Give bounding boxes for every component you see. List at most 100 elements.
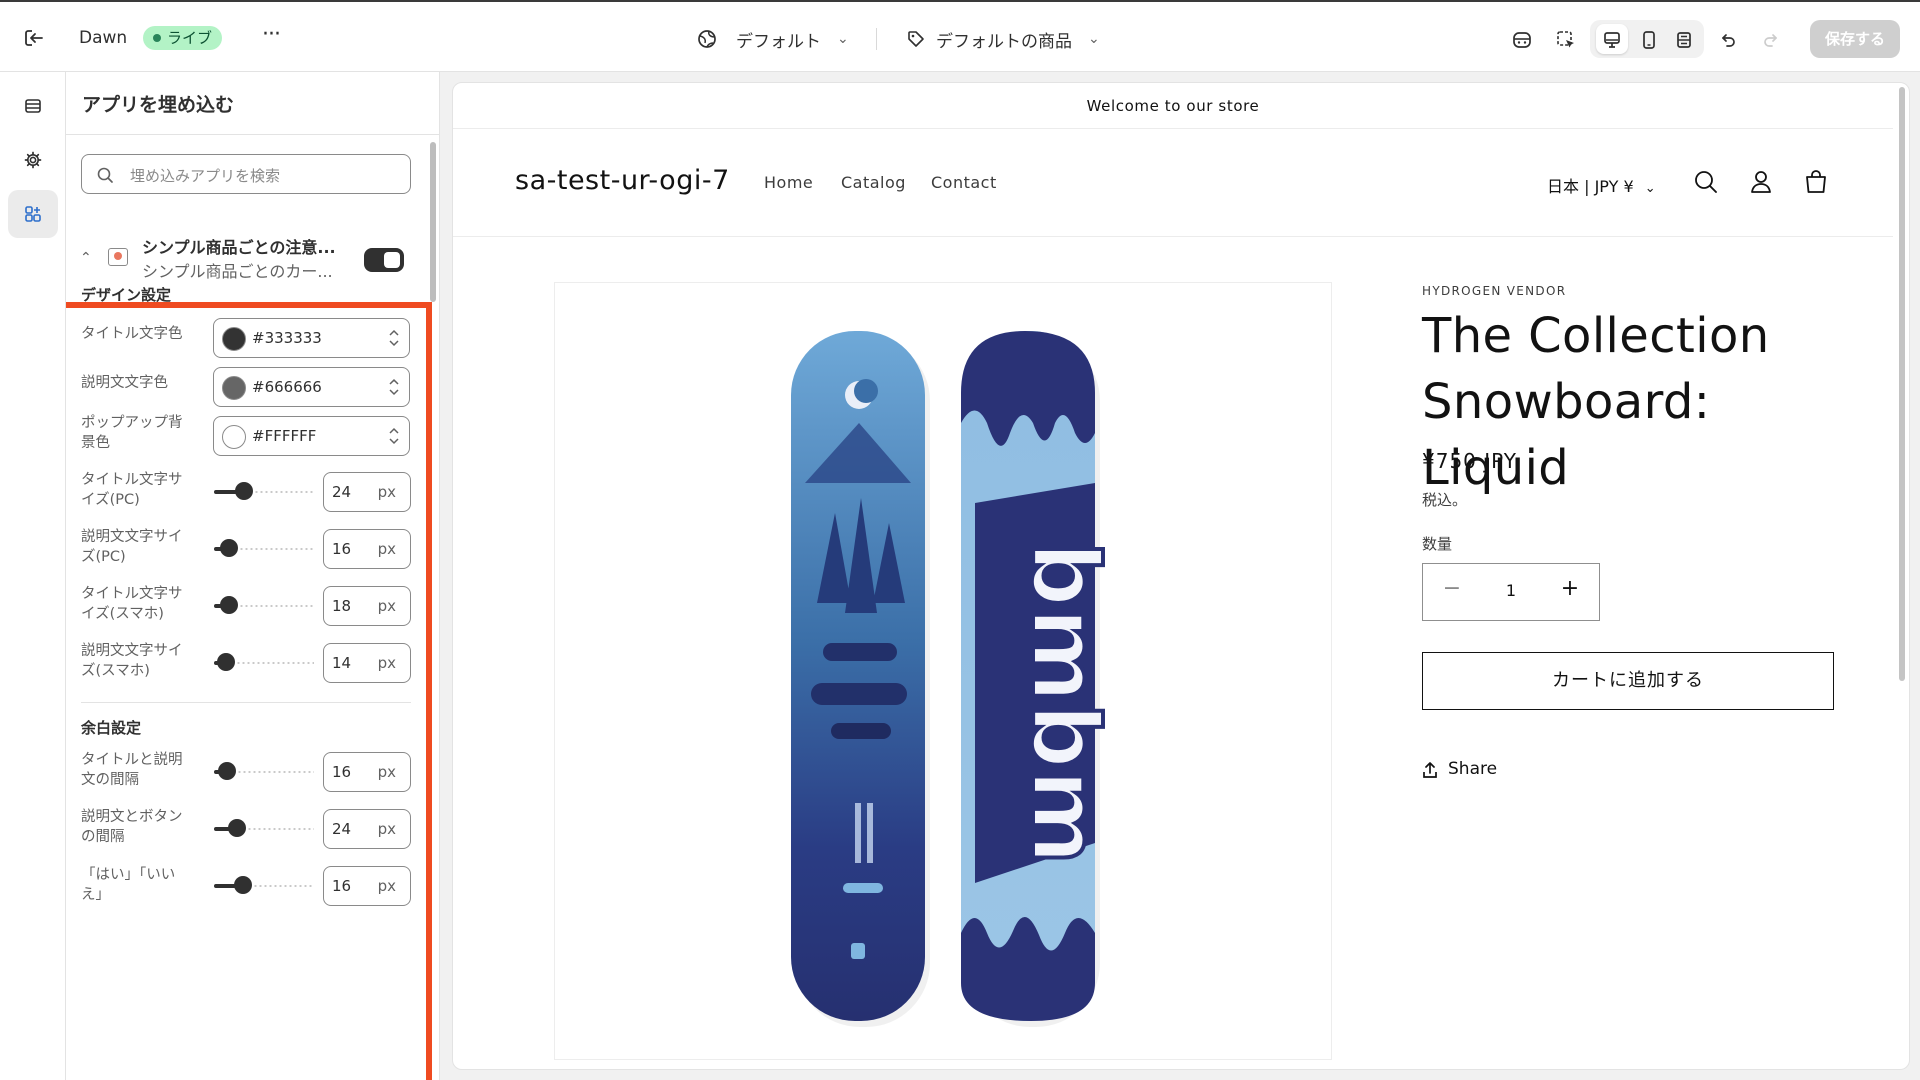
title-desc-gap-input[interactable]: 16 px — [323, 752, 411, 792]
color-value: #666666 — [252, 378, 322, 396]
app-embeds-panel: アプリを埋め込む 埋め込みアプリを検索 ⌃ シンプル商品ごとの注意... シンプ… — [66, 72, 440, 1080]
fullscreen-icon[interactable] — [1668, 24, 1700, 56]
color-label: タイトル文字色 — [81, 326, 183, 342]
color-swatch[interactable] — [222, 327, 246, 351]
color-label: ポップアップ背景色 — [81, 415, 183, 451]
account-icon[interactable] — [1744, 165, 1778, 199]
chevron-up-icon[interactable]: ⌃ — [80, 250, 92, 266]
desc-size-pc-input[interactable]: 16 px — [323, 529, 411, 569]
slider-thumb[interactable] — [217, 653, 235, 671]
quantity-increase-button[interactable]: + — [1555, 576, 1585, 608]
inspector-icon[interactable] — [1506, 24, 1538, 56]
title-size-sp-slider[interactable] — [214, 596, 314, 614]
color-value: #FFFFFF — [252, 427, 317, 445]
gear-icon[interactable] — [8, 136, 58, 184]
desc-size-sp-input[interactable]: 14 px — [323, 643, 411, 683]
undo-icon[interactable] — [1713, 24, 1745, 56]
chevron-down-icon: ⌄ — [1088, 31, 1100, 47]
store-preview: Welcome to our store sa-test-ur-ogi-7 Ho… — [452, 82, 1910, 1070]
select-element-icon[interactable] — [1550, 24, 1582, 56]
share-label: Share — [1448, 759, 1498, 779]
unit-label: px — [377, 820, 396, 838]
slider-label: 説明文文字サイズ(スマホ) — [81, 643, 183, 679]
preview-scrollbar[interactable] — [1899, 87, 1905, 681]
section-divider — [81, 702, 411, 703]
locale-selector[interactable]: 日本 | JPY ¥ ⌄ — [1547, 173, 1656, 197]
search-icon[interactable] — [1689, 165, 1723, 199]
panel-scrollbar[interactable] — [430, 142, 436, 302]
title-size-pc-slider[interactable] — [214, 482, 314, 500]
quantity-label: 数量 — [1422, 535, 1453, 553]
desc-button-gap-input[interactable]: 24 px — [323, 809, 411, 849]
design-settings-title: デザイン設定 — [81, 286, 172, 304]
quantity-stepper: − 1 + — [1422, 563, 1600, 621]
chevron-down-icon: ⌄ — [837, 31, 849, 47]
app-block-subtitle: シンプル商品ごとのカー... — [142, 262, 333, 281]
nav-contact[interactable]: Contact — [931, 173, 997, 192]
app-embeds-icon[interactable] — [8, 190, 58, 238]
share-button[interactable]: Share — [1422, 759, 1497, 779]
description-color-field[interactable]: #666666 — [213, 367, 410, 407]
number-value: 16 — [332, 540, 352, 558]
app-block-icon — [108, 248, 128, 266]
updown-icon — [389, 427, 399, 445]
app-enabled-toggle[interactable] — [364, 248, 404, 272]
title-color-field[interactable]: #333333 — [213, 318, 410, 358]
slider-thumb[interactable] — [228, 819, 246, 837]
slider-thumb[interactable] — [234, 876, 252, 894]
product-selector[interactable]: デフォルトの商品 ⌄ — [906, 24, 1100, 54]
number-value: 24 — [332, 483, 352, 501]
nav-home[interactable]: Home — [764, 173, 813, 192]
desktop-icon[interactable] — [1596, 24, 1628, 56]
product-vendor: HYDROGEN VENDOR — [1422, 284, 1567, 298]
search-icon — [97, 167, 113, 183]
desc-size-sp-slider[interactable] — [214, 653, 314, 671]
save-button[interactable]: 保存する — [1810, 20, 1900, 58]
globe-icon — [698, 30, 716, 48]
slider-thumb[interactable] — [235, 482, 253, 500]
product-price: ¥750 JPY — [1422, 449, 1517, 473]
search-input[interactable]: 埋め込みアプリを検索 — [81, 154, 411, 194]
store-name[interactable]: sa-test-ur-ogi-7 — [515, 165, 730, 196]
mobile-icon[interactable] — [1633, 24, 1665, 56]
number-value: 24 — [332, 820, 352, 838]
theme-name: Dawn — [79, 28, 128, 48]
slider-thumb[interactable] — [220, 539, 238, 557]
title-size-pc-input[interactable]: 24 px — [323, 472, 411, 512]
add-to-cart-button[interactable]: カートに追加する — [1422, 652, 1834, 710]
slider-label: 説明文とボタンの間隔 — [81, 809, 183, 845]
color-label: 説明文文字色 — [81, 375, 168, 391]
nav-catalog[interactable]: Catalog — [841, 173, 906, 192]
slider-label: タイトル文字サイズ(PC) — [81, 472, 183, 508]
color-value: #333333 — [252, 329, 322, 347]
more-actions-button[interactable]: ··· — [256, 22, 286, 52]
exit-icon[interactable] — [20, 24, 48, 52]
color-swatch[interactable] — [222, 425, 246, 449]
unit-label: px — [377, 540, 396, 558]
topbar-divider — [876, 28, 877, 50]
svg-text:bmbm: bmbm — [1011, 541, 1118, 864]
yes-no-gap-input[interactable]: 16 px — [323, 866, 411, 906]
color-swatch[interactable] — [222, 376, 246, 400]
title-desc-gap-slider[interactable] — [214, 762, 314, 780]
cart-icon[interactable] — [1799, 165, 1833, 199]
sections-icon[interactable] — [8, 82, 58, 130]
slider-thumb[interactable] — [220, 596, 238, 614]
number-value: 16 — [332, 877, 352, 895]
desc-button-gap-slider[interactable] — [214, 819, 314, 837]
updown-icon — [389, 378, 399, 396]
popup-bg-color-field[interactable]: #FFFFFF — [213, 416, 410, 456]
template-selector[interactable]: デフォルト ⌄ — [696, 24, 849, 54]
slider-thumb[interactable] — [218, 762, 236, 780]
unit-label: px — [377, 483, 396, 501]
desc-size-pc-slider[interactable] — [214, 539, 314, 557]
yes-no-gap-slider[interactable] — [214, 876, 314, 894]
live-status-badge: ライブ — [143, 26, 223, 50]
slider-label: タイトル文字サイズ(スマホ) — [81, 586, 183, 622]
title-size-sp-input[interactable]: 18 px — [323, 586, 411, 626]
panel-divider — [66, 134, 439, 135]
search-placeholder: 埋め込みアプリを検索 — [130, 167, 281, 185]
panel-title: アプリを埋め込む — [82, 94, 235, 116]
product-image[interactable]: bmbm — [554, 282, 1332, 1060]
redo-icon[interactable] — [1754, 24, 1786, 56]
